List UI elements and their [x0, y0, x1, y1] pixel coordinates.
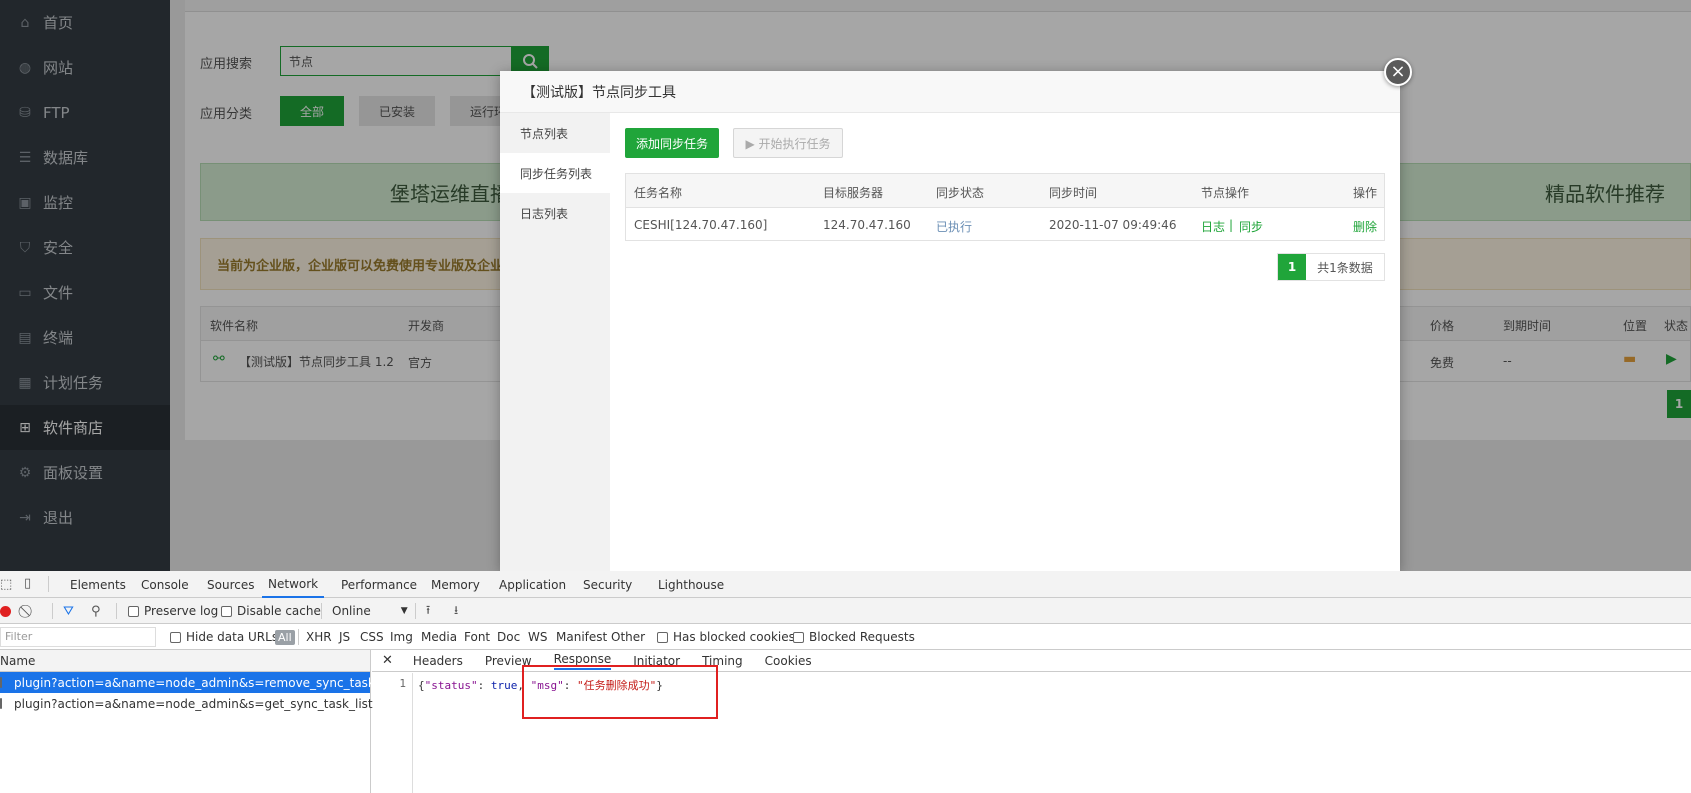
- close-icon[interactable]: ✕: [382, 653, 393, 668]
- task-time: 2020-11-07 09:49:46: [1049, 218, 1177, 232]
- network-toolbar: ⃠ ⛛ ⚲ Preserve log Disable cache Online▼…: [0, 598, 1691, 624]
- pagination: 1 共1条数据: [1277, 253, 1385, 281]
- link-separator: |: [1229, 218, 1234, 232]
- type-font[interactable]: Font: [464, 624, 490, 650]
- line-number: 1: [372, 673, 413, 793]
- col-sync-status: 同步状态: [936, 186, 985, 200]
- add-sync-task-button[interactable]: 添加同步任务: [625, 128, 719, 158]
- hide-data-urls-checkbox[interactable]: Hide data URLs: [170, 624, 278, 650]
- sync-task-table: 任务名称 目标服务器 同步状态 同步时间 节点操作 操作 CESHI[124.7…: [625, 173, 1385, 241]
- disable-cache-checkbox[interactable]: Disable cache: [221, 598, 321, 624]
- divider: [52, 603, 53, 619]
- col-target-server: 目标服务器: [823, 186, 884, 200]
- type-media[interactable]: Media: [421, 624, 457, 650]
- preserve-log-label: Preserve log: [144, 604, 219, 618]
- has-blocked-cookies-checkbox[interactable]: Has blocked cookies: [657, 624, 795, 650]
- col-task-name: 任务名称: [634, 186, 683, 200]
- filter-input[interactable]: Filter: [0, 627, 156, 647]
- json-key-status: "status": [424, 679, 478, 692]
- col-sync-time: 同步时间: [1049, 186, 1098, 200]
- brace-open: {: [418, 679, 425, 692]
- json-value-status: true: [490, 679, 518, 692]
- type-all[interactable]: All: [275, 624, 295, 650]
- device-toggle-icon[interactable]: ▯: [24, 576, 31, 591]
- blocked-requests-checkbox[interactable]: Blocked Requests: [793, 624, 915, 650]
- type-css[interactable]: CSS: [360, 624, 384, 650]
- divider: [415, 603, 416, 619]
- tab-console[interactable]: Console: [141, 571, 189, 598]
- divider: [321, 603, 322, 619]
- tab-memory[interactable]: Memory: [431, 571, 480, 598]
- type-other[interactable]: Other: [611, 624, 645, 650]
- page-current[interactable]: 1: [1278, 254, 1306, 280]
- throttle-select[interactable]: Online ▼: [332, 598, 408, 624]
- tab-cookies[interactable]: Cookies: [765, 654, 812, 668]
- filter-icon[interactable]: ⛛: [63, 598, 74, 624]
- tab-application[interactable]: Application: [499, 571, 566, 598]
- has-blocked-cookies-label: Has blocked cookies: [673, 630, 795, 644]
- devtools-panel: ⬚ ▯ Elements Console Sources Network Per…: [0, 571, 1691, 793]
- task-server: 124.70.47.160: [823, 218, 911, 232]
- blocked-requests-label: Blocked Requests: [809, 630, 915, 644]
- request-name: plugin?action=a&name=node_admin&s=remove…: [14, 675, 375, 690]
- export-icon[interactable]: ⭳: [454, 598, 458, 624]
- record-icon[interactable]: [0, 598, 11, 624]
- preserve-log-checkbox[interactable]: Preserve log: [128, 598, 218, 624]
- hide-data-urls-label: Hide data URLs: [186, 630, 279, 644]
- import-icon[interactable]: ⭱: [426, 598, 430, 624]
- network-filterbar: Filter Hide data URLs All XHR JS CSS Img…: [0, 624, 1691, 650]
- type-manifest[interactable]: Manifest: [556, 624, 607, 650]
- col-node-ops: 节点操作: [1201, 186, 1250, 200]
- modal-body: 添加同步任务 ▶ 开始执行任务 任务名称 目标服务器 同步状态 同步时间 节点操…: [610, 113, 1400, 571]
- start-task-button[interactable]: ▶ 开始执行任务: [733, 128, 843, 158]
- divider: [116, 603, 117, 619]
- modal-sidebar: 节点列表 同步任务列表 日志列表: [500, 113, 610, 571]
- tab-network[interactable]: Network: [262, 571, 325, 598]
- task-status: 已执行: [936, 220, 973, 234]
- tab-log-list[interactable]: 日志列表: [500, 193, 610, 233]
- disable-cache-label: Disable cache: [237, 604, 321, 618]
- tab-sync-task-list[interactable]: 同步任务列表: [500, 153, 610, 193]
- type-js[interactable]: JS: [339, 624, 350, 650]
- page-info: 共1条数据: [1317, 260, 1373, 275]
- type-xhr[interactable]: XHR: [306, 624, 332, 650]
- search-icon[interactable]: ⚲: [91, 598, 101, 624]
- col-ops: 操作: [1353, 186, 1378, 200]
- close-icon[interactable]: ×: [1384, 58, 1412, 86]
- tab-security[interactable]: Security: [583, 571, 632, 598]
- request-name: plugin?action=a&name=node_admin&s=get_sy…: [14, 696, 373, 711]
- annotation-highlight-box: [522, 665, 718, 719]
- type-img[interactable]: Img: [390, 624, 413, 650]
- colon: :: [477, 679, 491, 692]
- col-name: Name: [0, 653, 36, 668]
- task-name: CESHI[124.70.47.160]: [634, 218, 768, 232]
- delete-link[interactable]: 删除: [1353, 218, 1377, 235]
- plugin-modal: 【测试版】节点同步工具 节点列表 同步任务列表 日志列表 添加同步任务 ▶ 开始…: [500, 71, 1400, 571]
- tab-node-list[interactable]: 节点列表: [500, 113, 610, 153]
- type-ws[interactable]: WS: [528, 624, 547, 650]
- request-row[interactable]: plugin?action=a&name=node_admin&s=get_sy…: [0, 693, 373, 714]
- type-all-label: All: [275, 629, 295, 645]
- devtools-tabs: ⬚ ▯ Elements Console Sources Network Per…: [0, 571, 1691, 598]
- chevron-down-icon: ▼: [400, 606, 408, 616]
- divider: [298, 629, 299, 645]
- tab-elements[interactable]: Elements: [70, 571, 126, 598]
- table-header: [626, 174, 1384, 208]
- request-row[interactable]: plugin?action=a&name=node_admin&s=remove…: [0, 672, 375, 693]
- request-list-header[interactable]: Name: [0, 650, 370, 672]
- tab-headers[interactable]: Headers: [413, 654, 463, 668]
- tab-lighthouse[interactable]: Lighthouse: [658, 571, 724, 598]
- type-doc[interactable]: Doc: [497, 624, 520, 650]
- tab-sources[interactable]: Sources: [207, 571, 254, 598]
- request-list: Name plugin?action=a&name=node_admin&s=r…: [0, 650, 375, 793]
- modal-title: 【测试版】节点同步工具: [500, 71, 1400, 113]
- inspect-icon[interactable]: ⬚: [0, 577, 12, 592]
- throttle-value: Online: [332, 604, 371, 618]
- sync-link[interactable]: 同步: [1239, 218, 1263, 235]
- log-link[interactable]: 日志: [1201, 218, 1225, 235]
- tab-performance[interactable]: Performance: [341, 571, 417, 598]
- divider: [48, 576, 49, 592]
